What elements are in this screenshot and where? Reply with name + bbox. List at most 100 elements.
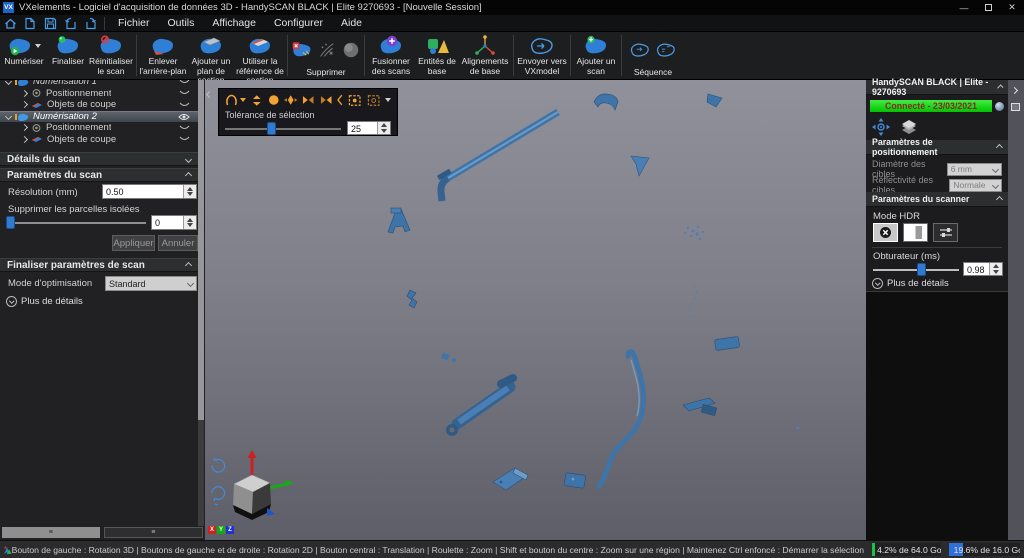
invert-selection-left-icon[interactable] xyxy=(302,94,314,107)
tolerance-slider[interactable] xyxy=(225,122,341,135)
section-parametres-positionnement[interactable]: Paramètres de positionnement xyxy=(866,140,1008,155)
menu-aide[interactable]: Aide xyxy=(332,17,371,29)
surface-pages-icon[interactable] xyxy=(900,119,918,135)
visibility-off-icon[interactable] xyxy=(179,90,190,96)
tolerance-spinner[interactable]: 25 xyxy=(347,121,391,135)
patches-spinner[interactable]: 0 xyxy=(151,215,197,230)
expander-icon[interactable] xyxy=(21,124,28,131)
expander-icon[interactable] xyxy=(21,136,28,143)
spinner-arrows[interactable] xyxy=(989,263,1002,275)
select-flood-icon[interactable] xyxy=(284,94,297,106)
bracket-icon[interactable] xyxy=(337,94,343,106)
menu-affichage[interactable]: Affichage xyxy=(203,17,265,29)
hdr-mode-off-button[interactable] xyxy=(873,223,898,242)
reflectivity-select[interactable]: Normale xyxy=(949,179,1002,192)
visibility-on-icon[interactable] xyxy=(178,113,190,121)
sequence-icon-1[interactable] xyxy=(629,41,651,59)
patches-slider[interactable] xyxy=(6,216,146,229)
section-finaliser-parametres[interactable]: Finaliser paramètres de scan xyxy=(0,258,198,272)
utiliser-reference-section-button[interactable]: Utiliser la référence de section xyxy=(235,32,285,79)
connection-sphere-icon[interactable] xyxy=(995,102,1004,111)
supprimer-selection-icon[interactable] xyxy=(291,40,313,60)
close-button[interactable]: ✕ xyxy=(1000,0,1024,15)
mode-optimisation-select[interactable]: Standard xyxy=(105,276,197,291)
sequence-icon-2[interactable] xyxy=(655,41,677,59)
panel-footer-button-right[interactable]: ≡ xyxy=(104,527,204,538)
ajouter-plan-section-button[interactable]: Ajouter un plan de section xyxy=(187,32,235,79)
visibility-off-icon[interactable] xyxy=(179,136,190,142)
numeriser-button[interactable]: Numériser xyxy=(0,32,48,79)
numeriser-dropdown-caret[interactable] xyxy=(35,44,41,48)
select-visible-mode-icon[interactable] xyxy=(348,94,361,107)
shutter-slider[interactable] xyxy=(873,263,959,276)
appliquer-button[interactable]: Appliquer xyxy=(112,235,155,251)
select-through-icon[interactable] xyxy=(251,94,263,107)
visibility-off-icon[interactable] xyxy=(179,125,190,131)
menu-configurer[interactable]: Configurer xyxy=(265,17,332,29)
scan-part-shock-absorber[interactable] xyxy=(446,378,513,436)
supprimer-sphere-icon[interactable] xyxy=(341,40,361,60)
tree-item-positionnement-1[interactable]: Positionnement xyxy=(0,88,198,100)
lasso-dropdown-caret[interactable] xyxy=(240,98,246,102)
slider-handle[interactable] xyxy=(267,122,276,135)
hdr-mode-custom-button[interactable] xyxy=(933,223,958,242)
tree-scrollbar[interactable] xyxy=(198,80,204,526)
spinner-arrows[interactable] xyxy=(183,216,196,229)
viewport-3d[interactable]: Tolérance de sélection 25 xyxy=(205,80,866,540)
resolution-spinner[interactable]: 0.50 xyxy=(102,184,197,199)
home-button[interactable] xyxy=(0,16,20,31)
expander-icon[interactable] xyxy=(21,101,28,108)
select-surface-icon[interactable] xyxy=(268,94,280,106)
targets-diameter-select[interactable]: 6 mm xyxy=(947,163,1002,176)
save-button[interactable] xyxy=(40,16,60,31)
reinitialiser-scan-button[interactable]: Réinitialiser le scan xyxy=(88,32,134,79)
tree-item-objets-coupe-1[interactable]: Objets de coupe xyxy=(0,99,198,111)
expander-icon[interactable] xyxy=(21,90,28,97)
hdr-mode-auto-button[interactable] xyxy=(903,223,928,242)
spinner-arrows[interactable] xyxy=(183,185,196,198)
expander-icon[interactable] xyxy=(5,80,12,85)
new-session-button[interactable] xyxy=(20,16,40,31)
selection-mode-caret[interactable] xyxy=(385,98,391,102)
menu-fichier[interactable]: Fichier xyxy=(109,17,159,29)
visibility-off-icon[interactable] xyxy=(179,80,190,85)
maximize-button[interactable] xyxy=(976,0,1000,15)
scrollbar-thumb[interactable] xyxy=(198,80,204,420)
scanner-panel-header[interactable]: HandySCAN BLACK | Elite - 9270693 xyxy=(866,80,1008,95)
alignements-de-base-button[interactable]: Alignements de base xyxy=(459,32,511,79)
fusionner-scans-button[interactable]: Fusionner des scans xyxy=(367,32,415,79)
rotate-up-arrow[interactable] xyxy=(212,458,225,472)
visibility-off-icon[interactable] xyxy=(179,102,190,108)
plus-de-details-toggle[interactable]: Plus de détails xyxy=(6,296,83,307)
navigation-cube[interactable] xyxy=(207,446,297,538)
invert-selection-right-icon[interactable] xyxy=(320,94,332,107)
scan-parts-canvas[interactable] xyxy=(205,80,866,540)
select-all-mode-icon[interactable] xyxy=(367,94,380,107)
shutter-spinner[interactable]: 0.98 xyxy=(963,262,1003,276)
minimize-button[interactable]: — xyxy=(952,0,976,15)
envoyer-vxmodel-button[interactable]: Envoyer vers VXmodel xyxy=(516,32,568,79)
tree-item-objets-coupe-2[interactable]: Objets de coupe xyxy=(0,134,198,146)
section-parametres-du-scan[interactable]: Paramètres du scan xyxy=(0,168,198,182)
ajouter-scan-button[interactable]: Ajouter un scan xyxy=(573,32,619,79)
tree-item-numerisation-2[interactable]: Numérisation 2 xyxy=(0,111,198,123)
supprimer-points-icon[interactable] xyxy=(317,40,337,60)
finaliser-button[interactable]: Finaliser xyxy=(48,32,88,79)
panel-expand-arrow[interactable] xyxy=(1011,87,1018,94)
dock-window-icon[interactable] xyxy=(1011,103,1020,111)
menu-outils[interactable]: Outils xyxy=(159,17,204,29)
import-session-button[interactable] xyxy=(60,16,80,31)
slider-handle[interactable] xyxy=(6,216,15,229)
panel-footer-button-left[interactable]: ≡ xyxy=(2,527,100,538)
entites-de-base-button[interactable]: Entités de base xyxy=(415,32,459,79)
section-details-du-scan[interactable]: Détails du scan xyxy=(0,152,198,166)
expander-icon[interactable] xyxy=(5,113,12,120)
tree-item-positionnement-2[interactable]: Positionnement xyxy=(0,122,198,134)
spinner-arrows[interactable] xyxy=(377,122,390,134)
tree-item-numerisation-1[interactable]: Numérisation 1 xyxy=(0,80,198,88)
slider-handle[interactable] xyxy=(917,263,926,276)
rotate-down-arrow[interactable] xyxy=(212,487,225,505)
annuler-button[interactable]: Annuler xyxy=(158,235,198,251)
scan-part-long-tube[interactable] xyxy=(437,112,558,201)
positioning-target-icon[interactable] xyxy=(872,118,890,136)
